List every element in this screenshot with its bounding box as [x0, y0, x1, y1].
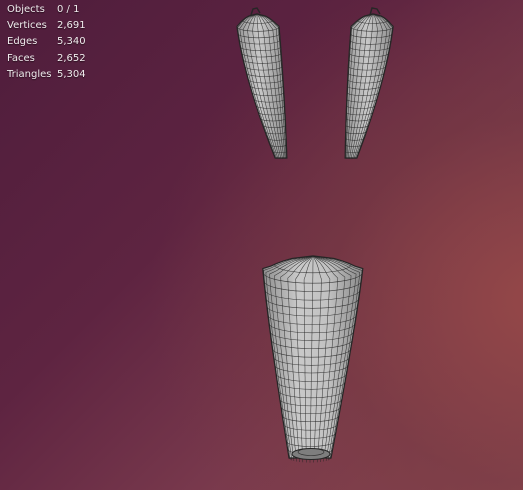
body-bottom-opening [291, 448, 331, 460]
mesh-part-body[interactable] [262, 255, 364, 463]
mesh-part-left-ear[interactable] [236, 7, 288, 160]
mesh-canvas [236, 7, 394, 463]
3d-viewport[interactable]: Objects 0 / 1 Vertices 2,691 Edges 5,340… [0, 0, 523, 490]
mesh-part-right-ear[interactable] [344, 7, 394, 160]
